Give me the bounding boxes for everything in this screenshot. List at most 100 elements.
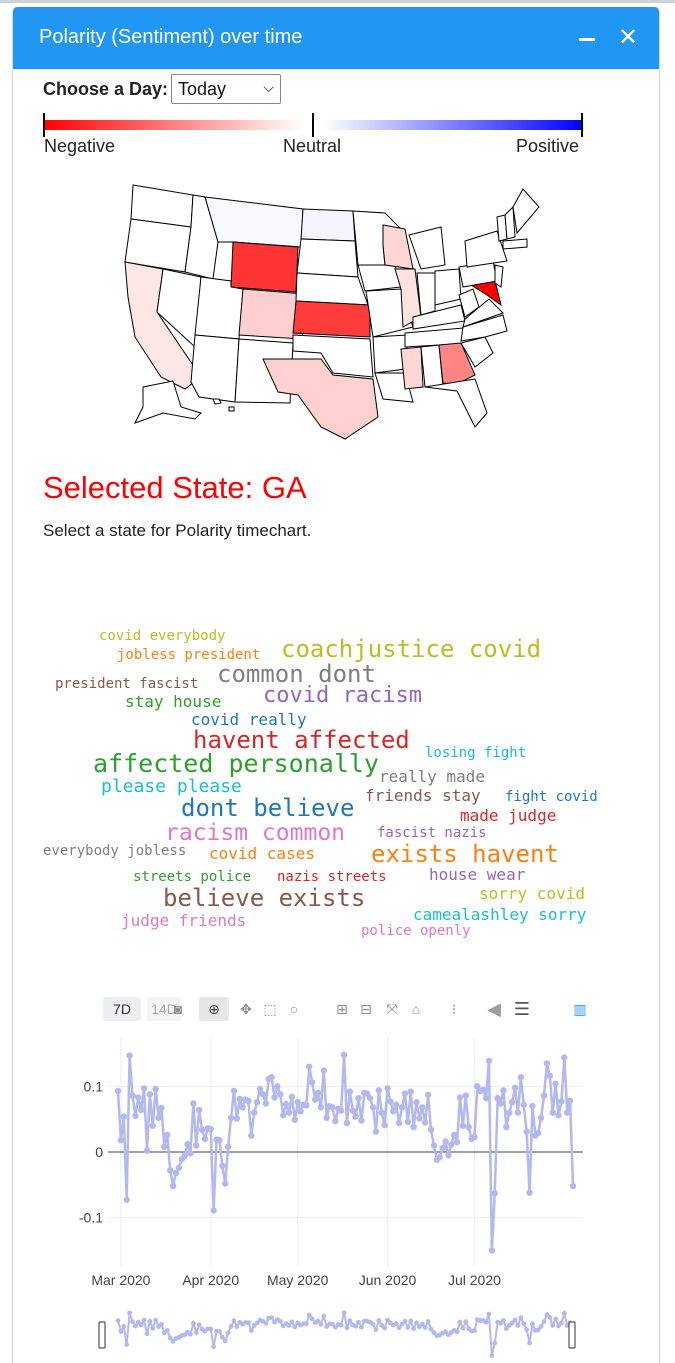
slider-data-point: [246, 1320, 251, 1326]
slider-data-point: [217, 1329, 222, 1334]
slider-data-point: [147, 1318, 153, 1324]
day-select[interactable]: Today ⌵: [171, 74, 281, 104]
slider-data-point: [521, 1321, 527, 1327]
slider-data-point: [150, 1325, 156, 1331]
slider-data-point: [527, 1340, 532, 1346]
data-point: [132, 1112, 139, 1120]
minus-icon: [579, 38, 595, 41]
data-point: [158, 1104, 165, 1112]
slider-data-point: [130, 1319, 135, 1325]
state-nd[interactable]: [300, 208, 356, 242]
data-point: [245, 1097, 252, 1105]
data-point: [253, 1098, 261, 1106]
word-cloud-term: fascist nazis: [377, 825, 487, 841]
data-point: [332, 1117, 339, 1125]
state-az[interactable]: [190, 334, 240, 403]
slider-data-point: [356, 1319, 361, 1325]
state-ak[interactable]: [133, 380, 202, 424]
pan-icon[interactable]: ✥: [235, 997, 257, 1021]
slider-data-point: [303, 1321, 309, 1327]
plotly-logo-icon[interactable]: ▥: [569, 997, 591, 1021]
data-point: [378, 1109, 385, 1116]
state-fl[interactable]: [424, 378, 488, 428]
data-point: [126, 1052, 133, 1059]
data-point: [419, 1104, 426, 1111]
word-cloud-term: exists havent: [371, 840, 559, 868]
word-cloud-term: covid racism: [263, 683, 422, 708]
camera-icon[interactable]: ◙: [169, 997, 187, 1021]
data-point: [297, 1108, 304, 1115]
data-point: [552, 1080, 559, 1087]
minimize-button[interactable]: [579, 28, 597, 48]
state-ne[interactable]: [295, 272, 369, 306]
data-point: [456, 1094, 464, 1101]
slider-data-point: [486, 1311, 492, 1317]
slider-data-point: [373, 1327, 379, 1332]
slider-data-point: [524, 1327, 530, 1332]
zoom-out-icon[interactable]: ⊟: [355, 997, 377, 1021]
slider-data-point: [132, 1323, 138, 1329]
data-point: [485, 1057, 493, 1064]
data-point: [224, 1143, 232, 1150]
data-point: [320, 1067, 327, 1074]
us-states-map[interactable]: [83, 177, 553, 447]
slider-data-point: [518, 1315, 524, 1321]
legend-tick-positive: [581, 113, 583, 137]
range-7d-button[interactable]: 7D: [103, 997, 141, 1021]
data-point: [459, 1122, 467, 1129]
slider-data-point: [263, 1320, 269, 1326]
data-point: [491, 1190, 498, 1197]
autoscale-icon[interactable]: ⤧: [381, 997, 403, 1021]
state-wi[interactable]: [382, 224, 414, 270]
slider-data-point: [118, 1329, 124, 1334]
state-ma[interactable]: [502, 238, 528, 250]
chart-toolbar: 7D 14D ◙ ⊕ ✥ ⬚ ○ ⊞ ⊟ ⤧ ⌂ ⁝ ◀ ☰ ▥: [103, 997, 603, 1025]
zoom-icon[interactable]: ⊕: [199, 997, 229, 1021]
hover-closest-icon[interactable]: ◀: [483, 997, 505, 1021]
choose-day-label: Choose a Day:: [43, 79, 169, 99]
data-point: [135, 1094, 142, 1101]
state-oh[interactable]: [434, 268, 462, 306]
selected-state-title: Selected State: GA: [43, 470, 307, 505]
data-point: [201, 1135, 209, 1143]
data-point: [448, 1141, 455, 1148]
data-point: [294, 1098, 301, 1106]
x-tick-label: May 2020: [267, 1272, 329, 1288]
close-button[interactable]: ✕: [617, 24, 639, 50]
data-point: [529, 1102, 536, 1110]
data-point: [488, 1247, 496, 1254]
slider-data-point: [472, 1328, 477, 1334]
range-slider[interactable]: [98, 1309, 576, 1358]
data-point: [143, 1147, 151, 1154]
data-point: [314, 1089, 322, 1097]
state-nj[interactable]: [494, 264, 504, 288]
data-point: [161, 1143, 168, 1150]
data-point: [274, 1083, 281, 1090]
zoom-in-icon[interactable]: ⊞: [331, 997, 353, 1021]
box-select-icon[interactable]: ⬚: [259, 997, 281, 1021]
slider-data-point: [196, 1322, 202, 1328]
lasso-icon[interactable]: ○: [283, 997, 305, 1021]
slider-data-point: [550, 1322, 556, 1328]
data-point: [137, 1106, 145, 1114]
spike-lines-icon[interactable]: ⁝: [443, 997, 465, 1021]
slider-data-point: [408, 1318, 414, 1324]
polarity-timechart[interactable]: 0.1 0 -0.1 Mar 2020 Apr 2020 May 2020 Jun 202…: [13, 1027, 659, 1363]
data-point: [308, 1079, 316, 1086]
state-sd[interactable]: [296, 238, 359, 278]
data-point: [439, 1144, 446, 1152]
data-point: [369, 1104, 377, 1111]
slider-data-point: [382, 1325, 388, 1331]
state-ms[interactable]: [400, 346, 424, 390]
word-cloud-term: sorry covid: [479, 884, 585, 903]
data-point: [166, 1167, 174, 1174]
data-point: [450, 1131, 458, 1139]
state-me[interactable]: [512, 188, 540, 235]
slider-data-point: [211, 1344, 217, 1350]
reset-axes-icon[interactable]: ⌂: [405, 997, 427, 1021]
state-ks[interactable]: [292, 300, 371, 338]
state-mi[interactable]: [408, 226, 446, 270]
state-wy[interactable]: [230, 241, 299, 293]
hover-compare-icon[interactable]: ☰: [509, 997, 535, 1021]
state-mt[interactable]: [204, 196, 304, 248]
